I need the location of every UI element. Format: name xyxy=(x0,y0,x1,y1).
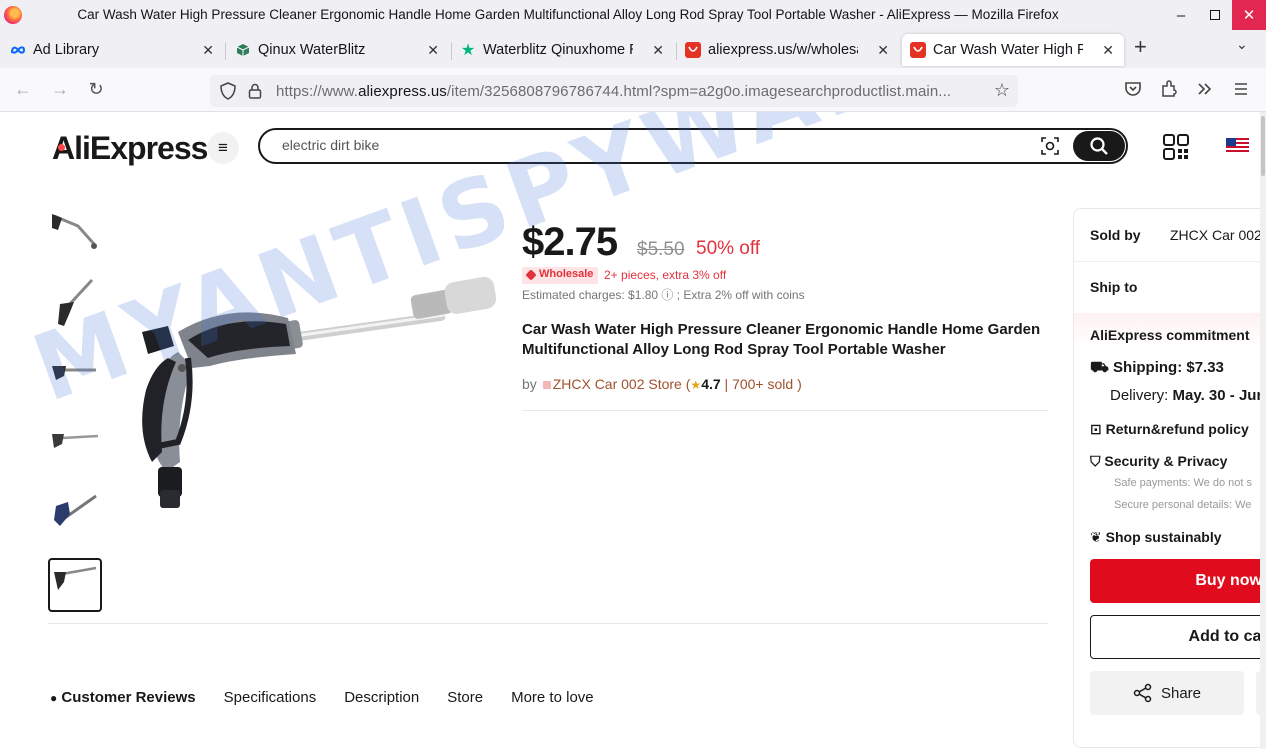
close-tab-icon[interactable]: ✕ xyxy=(652,42,664,59)
url-text[interactable]: https://www.aliexpress.us/item/325680879… xyxy=(276,83,988,100)
hamburger-menu-icon[interactable] xyxy=(1232,80,1250,98)
aliexpress-icon xyxy=(910,42,926,58)
shop-sustainably[interactable]: ❦ Shop sustainably xyxy=(1090,529,1222,546)
location-pin-icon: ● xyxy=(50,691,58,705)
aliexpress-logo[interactable]: AliExpress xyxy=(52,130,208,167)
bookmark-star-icon[interactable]: ☆ xyxy=(994,80,1010,101)
tab-list-button[interactable]: ⌄ xyxy=(1236,36,1248,53)
purchase-panel: Sold by ZHCX Car 002 Ship to AliExpress … xyxy=(1073,208,1266,748)
thumbnail-6-selected[interactable] xyxy=(48,558,102,612)
search-button[interactable] xyxy=(1073,131,1125,161)
close-window-button[interactable]: ✕ xyxy=(1232,0,1266,30)
return-policy[interactable]: ⊡ Return&refund policy xyxy=(1090,421,1249,438)
tab-store[interactable]: Store xyxy=(447,689,483,706)
extensions-icon[interactable] xyxy=(1160,80,1178,98)
secure-details-text: Secure personal details: We xyxy=(1114,499,1252,511)
tab-strip: Ad Library ✕ Qinux WaterBlitz ✕ ★ Waterb… xyxy=(0,30,1266,68)
cube-icon xyxy=(235,42,251,58)
maximize-button[interactable] xyxy=(1198,0,1232,30)
aliexpress-icon xyxy=(685,42,701,58)
address-bar[interactable]: https://www.aliexpress.us/item/325680879… xyxy=(210,75,1018,107)
shield-check-icon: ⛉ xyxy=(1090,453,1101,469)
window-titlebar: Car Wash Water High Pressure Cleaner Erg… xyxy=(0,0,1266,30)
divider xyxy=(48,623,1048,624)
store-icon xyxy=(542,381,551,389)
star-icon: ★ xyxy=(460,42,476,59)
commitment-title: AliExpress commitment xyxy=(1090,327,1250,343)
wholesale-badge: Wholesale xyxy=(522,267,599,284)
window-title: Car Wash Water High Pressure Cleaner Erg… xyxy=(77,7,1059,22)
maximize-icon xyxy=(1210,10,1220,20)
thumbnail-4[interactable] xyxy=(48,412,102,466)
share-button[interactable]: Share xyxy=(1090,671,1244,715)
thumbnail-5[interactable] xyxy=(48,480,102,534)
thumbnail-3[interactable] xyxy=(48,344,102,398)
tab-description[interactable]: Description xyxy=(344,689,419,706)
close-tab-icon[interactable]: ✕ xyxy=(427,42,439,59)
back-button[interactable]: ← xyxy=(12,79,34,100)
minimize-button[interactable]: – xyxy=(1164,0,1198,30)
tab-qinux-waterblitz[interactable]: Qinux WaterBlitz ✕ xyxy=(227,34,449,66)
share-icon xyxy=(1133,683,1152,703)
thumbnail-1[interactable] xyxy=(48,208,102,262)
ship-to-label[interactable]: Ship to xyxy=(1090,279,1137,295)
divider xyxy=(522,410,1048,411)
buy-now-button[interactable]: Buy now xyxy=(1090,559,1266,603)
seller-name[interactable]: ZHCX Car 002 xyxy=(1170,227,1262,243)
forward-button[interactable]: → xyxy=(49,79,71,100)
store-link[interactable]: ZHCX Car 002 Store xyxy=(541,376,686,392)
tab-car-wash-active[interactable]: Car Wash Water High Pre ✕ xyxy=(902,34,1124,66)
safe-payments-text: Safe payments: We do not s xyxy=(1114,477,1252,489)
search-input[interactable] xyxy=(282,137,982,153)
estimated-charges: Estimated charges: $1.80 ⓘ ; Extra 2% of… xyxy=(522,288,805,302)
rating-value: 4.7 xyxy=(701,376,721,392)
search-icon xyxy=(1090,137,1108,155)
security-privacy[interactable]: ⛉ Security & Privacy xyxy=(1090,453,1227,470)
tab-waterblitz-review[interactable]: ★ Waterblitz Qinuxhome Re ✕ xyxy=(452,34,674,66)
new-tab-button[interactable]: + xyxy=(1134,34,1147,60)
wholesale-offer-text: 2+ pieces, extra 3% off xyxy=(604,268,727,282)
discount-label: 50% off xyxy=(696,238,761,259)
tab-specifications[interactable]: Specifications xyxy=(224,689,317,706)
tab-aliexpress-wholesale[interactable]: aliexpress.us/w/wholesal ✕ xyxy=(677,34,899,66)
tab-more-to-love[interactable]: More to love xyxy=(511,689,594,706)
close-tab-icon[interactable]: ✕ xyxy=(877,42,889,59)
qr-code-icon[interactable] xyxy=(1163,134,1189,160)
sold-count: 700+ sold xyxy=(732,376,794,392)
leaf-icon: ❦ xyxy=(1090,529,1102,545)
product-title: Car Wash Water High Pressure Cleaner Erg… xyxy=(522,321,1041,358)
logo-dot-icon xyxy=(58,144,65,151)
close-tab-icon[interactable]: ✕ xyxy=(202,42,214,59)
sold-by-label: Sold by xyxy=(1090,227,1141,243)
rating-star-icon: ★ xyxy=(690,378,702,392)
product-main-image[interactable] xyxy=(118,262,498,532)
current-price: $2.75 xyxy=(522,220,618,264)
close-tab-icon[interactable]: ✕ xyxy=(1102,42,1114,59)
tab-customer-reviews[interactable]: ● Customer Reviews xyxy=(50,689,196,706)
pocket-icon[interactable] xyxy=(1124,80,1142,98)
add-to-cart-button[interactable]: Add to cart xyxy=(1090,615,1266,659)
image-search-icon[interactable] xyxy=(1040,136,1060,156)
section-tabs: ● Customer Reviews Specifications Descri… xyxy=(50,689,622,706)
thumbnail-2[interactable] xyxy=(48,276,102,330)
return-icon: ⊡ xyxy=(1090,421,1102,437)
shipping-cost: ⛟ Shipping: $7.33 xyxy=(1090,359,1224,376)
tracking-shield-icon[interactable] xyxy=(220,82,236,100)
scrollbar-thumb[interactable] xyxy=(1261,116,1265,176)
original-price: $5.50 xyxy=(637,239,685,260)
page-content: AliExpress ≡ electric dirt bike $2.75 $5… xyxy=(0,112,1266,749)
reload-button[interactable]: ↻ xyxy=(85,79,107,100)
lock-icon[interactable] xyxy=(248,83,262,99)
navigation-toolbar: ← → ↻ https://www.aliexpress.us/item/325… xyxy=(0,68,1266,112)
us-flag-icon[interactable] xyxy=(1226,138,1249,154)
store-line: by ZHCX Car 002 Store (★4.7 | 700+ sold … xyxy=(522,376,802,392)
search-bar xyxy=(258,128,1128,164)
truck-icon: ⛟ xyxy=(1090,359,1109,376)
delivery-estimate: Delivery: May. 30 - Jun xyxy=(1110,387,1266,404)
category-menu-button[interactable]: ≡ xyxy=(207,132,239,164)
overflow-chevron-icon[interactable] xyxy=(1196,80,1214,98)
page-scrollbar[interactable] xyxy=(1260,112,1266,749)
meta-icon xyxy=(10,42,26,58)
tab-ad-library[interactable]: Ad Library ✕ xyxy=(2,34,224,66)
